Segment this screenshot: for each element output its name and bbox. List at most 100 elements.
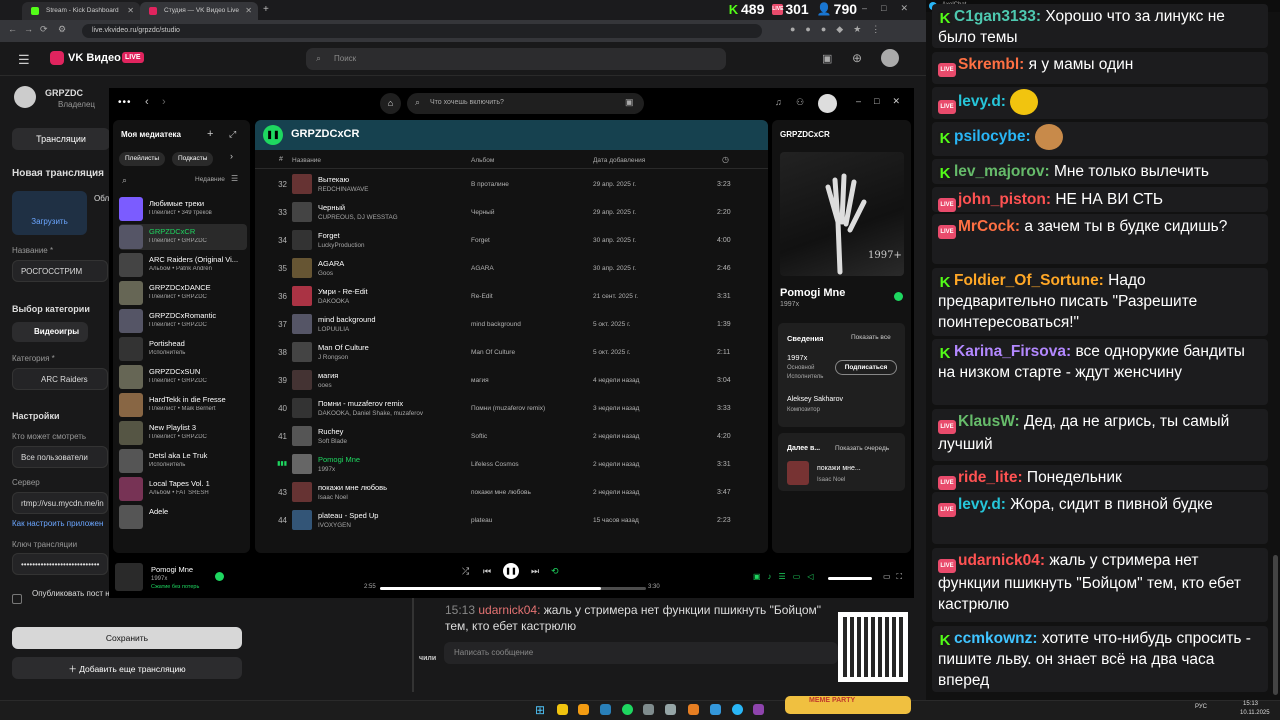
track-artist[interactable]: DAKOOKA, Daniel Shake, muzaferov (318, 410, 423, 417)
chat-username[interactable]: Skrembl: (958, 56, 1024, 73)
track-row[interactable]: 33 Черный CUPREOUS, DJ WESSTAG Черный 29 апр… (255, 198, 768, 226)
url-input[interactable]: live.vkvideo.ru/grpzdc/studio (82, 24, 762, 38)
track-row[interactable]: 40 Помни - muzaferov remix DAKOOKA, Daniel… (255, 394, 768, 422)
back-icon[interactable]: ‹ (145, 96, 149, 108)
track-row[interactable]: 35 AGARA Goos AGARA 30 апр. 2025 г. 2:46 (255, 254, 768, 282)
chat-scrollbar[interactable] (1273, 555, 1278, 695)
broadcast-name-input[interactable]: РОСГОССТРИМ (12, 260, 108, 282)
steam-icon[interactable] (600, 704, 611, 715)
server-input[interactable]: rtmp://vsu.mycdn.me/in (12, 492, 108, 514)
track-row[interactable]: 37 mind background LOPUULIA mind background… (255, 310, 768, 338)
close-icon[interactable]: ✕ (245, 6, 252, 15)
obs-icon[interactable] (665, 704, 676, 715)
volume-slider[interactable] (828, 577, 872, 580)
chat-username[interactable]: levy.d: (958, 93, 1006, 110)
games-category-chip[interactable]: Видеоигры (12, 322, 88, 342)
avatar[interactable] (881, 49, 899, 67)
extension-icons[interactable]: ●●●◆★⋮ (790, 24, 890, 35)
player-extra-icons[interactable]: ▣♪☰▭◁ (753, 572, 820, 581)
home-icon[interactable]: ⌂ (380, 93, 401, 114)
track-artist[interactable]: IVOXYGEN (318, 522, 351, 529)
track-artist[interactable]: LuckyProduction (318, 242, 365, 249)
library-item[interactable]: GRPZDCxRomantic Плейлист • GRPZDC (119, 308, 247, 334)
tune-icon[interactable]: ⚙ (58, 24, 66, 35)
library-item[interactable]: Portishead Исполнитель (119, 336, 247, 362)
track-artist[interactable]: ooes (318, 382, 332, 389)
track-row[interactable]: 36 Умри - Re-Edit DAKOOKA Re-Edit 21 сент. 2… (255, 282, 768, 310)
library-item[interactable]: Local Tapes Vol. 1 Альбом • FAT SRESH (119, 476, 247, 502)
next-icon[interactable]: ⏭ (531, 566, 539, 577)
chat-username[interactable]: C1gan3133: (954, 8, 1041, 25)
track-title[interactable]: Черный (318, 203, 345, 212)
publish-checkbox[interactable] (12, 594, 22, 604)
track-title[interactable]: магия (318, 371, 338, 380)
track-artist[interactable]: J Rongson (318, 354, 348, 361)
category-input[interactable]: ARC Raiders (12, 368, 108, 390)
col-title[interactable]: Название (292, 157, 321, 164)
chat-username[interactable]: john_piston: (958, 191, 1051, 208)
track-title[interactable]: Man Of Culture (318, 343, 369, 352)
add-broadcast-button[interactable]: ＋ Добавить еще трансляцию (12, 657, 242, 679)
track-album[interactable]: Softic (471, 433, 487, 440)
track-artist[interactable]: DAKOOKA (318, 298, 349, 305)
track-album[interactable]: В проталине (471, 181, 509, 188)
track-row[interactable]: 32 Вытекаю REDCHINAWAVE В проталине 29 апр. … (255, 170, 768, 198)
show-queue-link[interactable]: Показать очередь (835, 445, 889, 452)
track-album[interactable]: Forget (471, 237, 490, 244)
search-icon[interactable]: ⌕ (122, 175, 127, 186)
list-icon[interactable]: ☰ (231, 174, 238, 183)
track-artist[interactable]: LOPUULIA (318, 326, 349, 333)
shuffle-icon[interactable]: ⤮ (462, 566, 469, 577)
browse-icon[interactable]: ▣ (625, 97, 634, 108)
avatar[interactable] (818, 94, 837, 113)
show-all-link[interactable]: Показать все (851, 334, 891, 341)
miniplayer-icons[interactable]: ▭⛶ (883, 572, 908, 582)
library-item[interactable]: HardTekk in die Fresse Плейлист • Maik Be… (119, 392, 247, 418)
tab-vk-studio[interactable]: Студия — VK Видео Live ✕ (140, 2, 258, 20)
library-item[interactable]: Adele (119, 504, 247, 530)
col-album[interactable]: Альбом (471, 157, 494, 164)
explorer-icon[interactable] (578, 704, 589, 715)
clock-time[interactable]: 15:13 (1243, 701, 1258, 707)
track-album[interactable]: Lifeless Cosmos (471, 461, 519, 468)
track-title[interactable]: покажи мне любовь (318, 483, 387, 492)
track-album[interactable]: Помни (muzaferov remix) (471, 405, 545, 412)
library-item[interactable]: Detsl aka Le Truk Исполнитель (119, 448, 247, 474)
close-icon[interactable]: ✕ (127, 6, 134, 15)
upload-cover-button[interactable]: Загрузить (12, 191, 87, 235)
spotify-search-input[interactable]: Что хочешь включить? (407, 93, 644, 114)
track-row[interactable]: 43 покажи мне любовь Isaac Noel покажи мне … (255, 478, 768, 506)
repeat-icon[interactable]: ⟲ (551, 566, 559, 577)
app-icon[interactable] (688, 704, 699, 715)
library-item[interactable]: GRPZDCxDANCE Плейлист • GRPZDC (119, 280, 247, 306)
saved-check-icon[interactable] (894, 292, 903, 301)
bell-icon[interactable]: ♫ (775, 97, 782, 107)
track-album[interactable]: Черный (471, 209, 494, 216)
chat-username[interactable]: lev_majorov: (954, 163, 1050, 180)
track-artist[interactable]: 1997x (318, 466, 335, 473)
tab-broadcasts[interactable]: Трансляции (12, 128, 110, 150)
chip-podcasts[interactable]: Подкасты (172, 152, 214, 166)
chat-username[interactable]: Karina_Firsova: (954, 343, 1071, 360)
vk-search-input[interactable]: Поиск (306, 48, 726, 70)
reload-icon[interactable]: ⟳ (40, 24, 48, 35)
chat-username[interactable]: levy.d: (958, 496, 1006, 513)
player-artist[interactable]: 1997x (151, 576, 167, 582)
credit-artist[interactable]: 1997x (787, 353, 807, 362)
progress-bar[interactable] (380, 587, 646, 590)
track-album[interactable]: Man Of Culture (471, 349, 515, 356)
chat-username[interactable]: psilocybe: (954, 128, 1031, 145)
track-row[interactable]: 41 Ruchey Soft Blade Softic 2 недели назад 4:… (255, 422, 768, 450)
track-title[interactable]: Ruchey (318, 427, 343, 436)
chat-username[interactable]: udarnick04: (958, 552, 1045, 569)
track-album[interactable]: Re-Edit (471, 293, 493, 300)
chat-username[interactable]: MrCock: (958, 218, 1020, 235)
clock-date[interactable]: 10.11.2025 (1240, 710, 1270, 716)
track-album[interactable]: покажи мне любовь (471, 489, 531, 496)
track-album[interactable]: mind background (471, 321, 521, 328)
add-icon[interactable]: + (207, 128, 213, 140)
tab-kick-dashboard[interactable]: Stream - Kick Dashboard ✕ (22, 2, 140, 20)
setup-link[interactable]: Как настроить приложен (12, 519, 108, 528)
window-controls[interactable]: –□✕ (856, 96, 913, 107)
library-item[interactable]: ARC Raiders (Original Vi... Альбом • Patr… (119, 252, 247, 278)
